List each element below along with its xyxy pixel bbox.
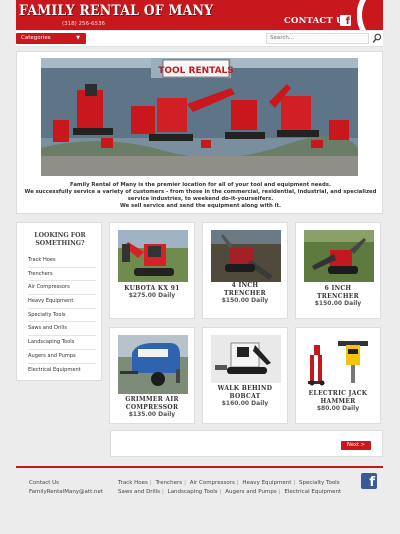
footer-link-heavy-equipment[interactable]: Heavy Equipment — [242, 480, 291, 486]
sidebar-item-trenchers[interactable]: Trenchers — [28, 268, 96, 282]
categories-dropdown[interactable]: Categories ▼ — [16, 33, 86, 44]
product-name-line: HAMMER — [320, 397, 356, 405]
product-card-kubota[interactable]: KUBOTA KX 91 $275.00 Daily — [109, 222, 195, 319]
facebook-icon[interactable]: f — [340, 15, 351, 26]
sidebar-title: LOOKING FOR SOMETHING? — [17, 232, 103, 247]
intro-line: Family Rental of Many is the premier loc… — [70, 182, 331, 188]
nav-bar: Categories ▼ Search... — [16, 31, 383, 47]
footer-link-augers-pumps[interactable]: Augers and Pumps — [225, 489, 277, 495]
sidebar-item-saws-drills[interactable]: Saws and Drills — [28, 322, 96, 337]
product-name-line: ELECTRIC JACK — [308, 390, 368, 397]
product-image-walk-behind-bobcat — [211, 335, 281, 383]
phone-number: (318) 256-6536 — [62, 21, 106, 27]
product-image-kubota — [118, 230, 188, 282]
footer-link-separator: | — [278, 489, 281, 495]
sidebar-item-track-hoes[interactable]: Track Hoes — [28, 254, 96, 268]
footer-link-trenchers[interactable]: Trenchers — [156, 480, 183, 486]
product-name: GRIMMER AIR COMPRESSOR — [110, 396, 194, 411]
footer-link-specialty-tools[interactable]: Specialty Tools — [299, 480, 340, 486]
footer-divider — [16, 466, 383, 468]
product-card-walk-behind-bobcat[interactable]: WALK BEHIND BOBCAT $160.00 Daily — [202, 327, 288, 424]
product-price: $160.00 Daily — [221, 400, 269, 407]
footer-link-track-hoes[interactable]: Track Hoes — [118, 480, 148, 486]
product-price: $150.00 Daily — [221, 297, 269, 304]
sidebar-item-specialty-tools[interactable]: Specialty Tools — [28, 309, 96, 323]
product-name-line: WALK BEHIND — [217, 385, 273, 392]
footer-link-separator: | — [293, 480, 296, 486]
intro-text: Family Rental of Many is the premier loc… — [17, 182, 384, 210]
product-image-grimmer-air-compressor — [118, 335, 188, 394]
product-name: ELECTRIC JACK HAMMER — [296, 390, 380, 405]
footer-links: Track Hoes | Trenchers | Air Compressors | … — [118, 479, 348, 497]
footer-link-air-compressors[interactable]: Air Compressors — [190, 480, 235, 486]
footer-contact: Contact Us FamilyRentalMany@att.net — [29, 479, 103, 497]
product-price: $150.00 Daily — [314, 300, 362, 307]
search-icon[interactable] — [372, 32, 382, 45]
intro-line: We successfully service a variety of cus… — [24, 189, 377, 195]
product-name-line: GRIMMER AIR — [125, 396, 179, 403]
footer-link-saws-drills[interactable]: Saws and Drills — [118, 489, 160, 495]
pagination-bar: Next > — [110, 430, 383, 457]
sidebar-list: Track Hoes Trenchers Air Compressors Hea… — [28, 254, 96, 377]
header-swoosh-decoration — [357, 0, 366, 30]
hero-image: TOOL RENTALS — [41, 58, 358, 176]
product-card-electric-jack-hammer[interactable]: ELECTRIC JACK HAMMER $80.00 Daily — [295, 327, 381, 424]
intro-line: service industries, to weekend do-it-you… — [127, 196, 274, 202]
product-card-4-inch-trencher[interactable]: 4 INCH TRENCHER $150.00 Daily — [202, 222, 288, 319]
product-name-line: BOBCAT — [229, 392, 261, 400]
product-name: 4 INCH TRENCHER — [203, 282, 287, 297]
product-name-line: TRENCHER — [317, 292, 359, 300]
banner-sign-text: TOOL RENTALS — [158, 66, 234, 76]
product-name: WALK BEHIND BOBCAT — [203, 385, 287, 400]
product-price: $275.00 Daily — [128, 292, 176, 299]
footer-link-separator: | — [149, 480, 152, 486]
product-image-4-inch-trencher — [211, 230, 281, 282]
footer-link-separator: | — [162, 489, 164, 495]
sidebar-item-landscaping-tools[interactable]: Landscaping Tools — [28, 336, 96, 350]
hero-banner: TOOL RENTALS Family Rental of Many is th… — [16, 51, 383, 214]
sidebar-item-electrical-equipment[interactable]: Electrical Equipment — [28, 364, 96, 378]
site-logo[interactable]: FAMILY RENTAL OF MANY — [19, 3, 213, 19]
product-image-electric-jack-hammer — [304, 335, 374, 387]
product-image-6-inch-trencher — [304, 230, 374, 282]
facebook-icon[interactable]: f — [361, 473, 377, 489]
footer-link-electrical-equipment[interactable]: Electrical Equipment — [284, 489, 341, 495]
sidebar-title-line: LOOKING FOR — [34, 232, 86, 239]
product-card-6-inch-trencher[interactable]: 6 INCH TRENCHER $150.00 Daily — [295, 222, 381, 319]
categories-label: Categories — [21, 35, 51, 41]
product-price: $80.00 Daily — [316, 405, 360, 412]
product-name-line: 4 INCH — [231, 282, 259, 289]
product-name-line: TRENCHER — [224, 289, 266, 297]
footer-link-separator: | — [219, 489, 222, 495]
footer-link-separator: | — [236, 480, 239, 486]
product-name-line: 6 INCH — [324, 285, 352, 292]
footer-email-link[interactable]: FamilyRentalMany@att.net — [29, 488, 103, 497]
product-name-line: COMPRESSOR — [125, 403, 179, 411]
footer-link-separator: | — [184, 480, 186, 486]
category-sidebar: LOOKING FOR SOMETHING? Track Hoes Trench… — [16, 222, 102, 381]
dropdown-arrow-icon: ▼ — [76, 35, 80, 41]
product-card-grimmer-air-compressor[interactable]: GRIMMER AIR COMPRESSOR $135.00 Daily — [109, 327, 195, 424]
footer-contact-link[interactable]: Contact Us — [29, 479, 103, 488]
sidebar-item-augers-pumps[interactable]: Augers and Pumps — [28, 350, 96, 364]
product-price: $135.00 Daily — [128, 411, 176, 418]
sidebar-title-line: SOMETHING? — [35, 239, 85, 247]
product-name: 6 INCH TRENCHER — [296, 285, 380, 300]
next-page-button[interactable]: Next > — [341, 441, 371, 450]
sidebar-item-air-compressors[interactable]: Air Compressors — [28, 281, 96, 296]
intro-line: We sell service and send the equipment a… — [119, 203, 282, 209]
footer-link-landscaping-tools[interactable]: Landscaping Tools — [168, 489, 218, 495]
sidebar-item-heavy-equipment[interactable]: Heavy Equipment — [28, 295, 96, 309]
search-input[interactable]: Search... — [266, 33, 369, 44]
site-header: FAMILY RENTAL OF MANY (318) 256-6536 CON… — [16, 0, 383, 30]
